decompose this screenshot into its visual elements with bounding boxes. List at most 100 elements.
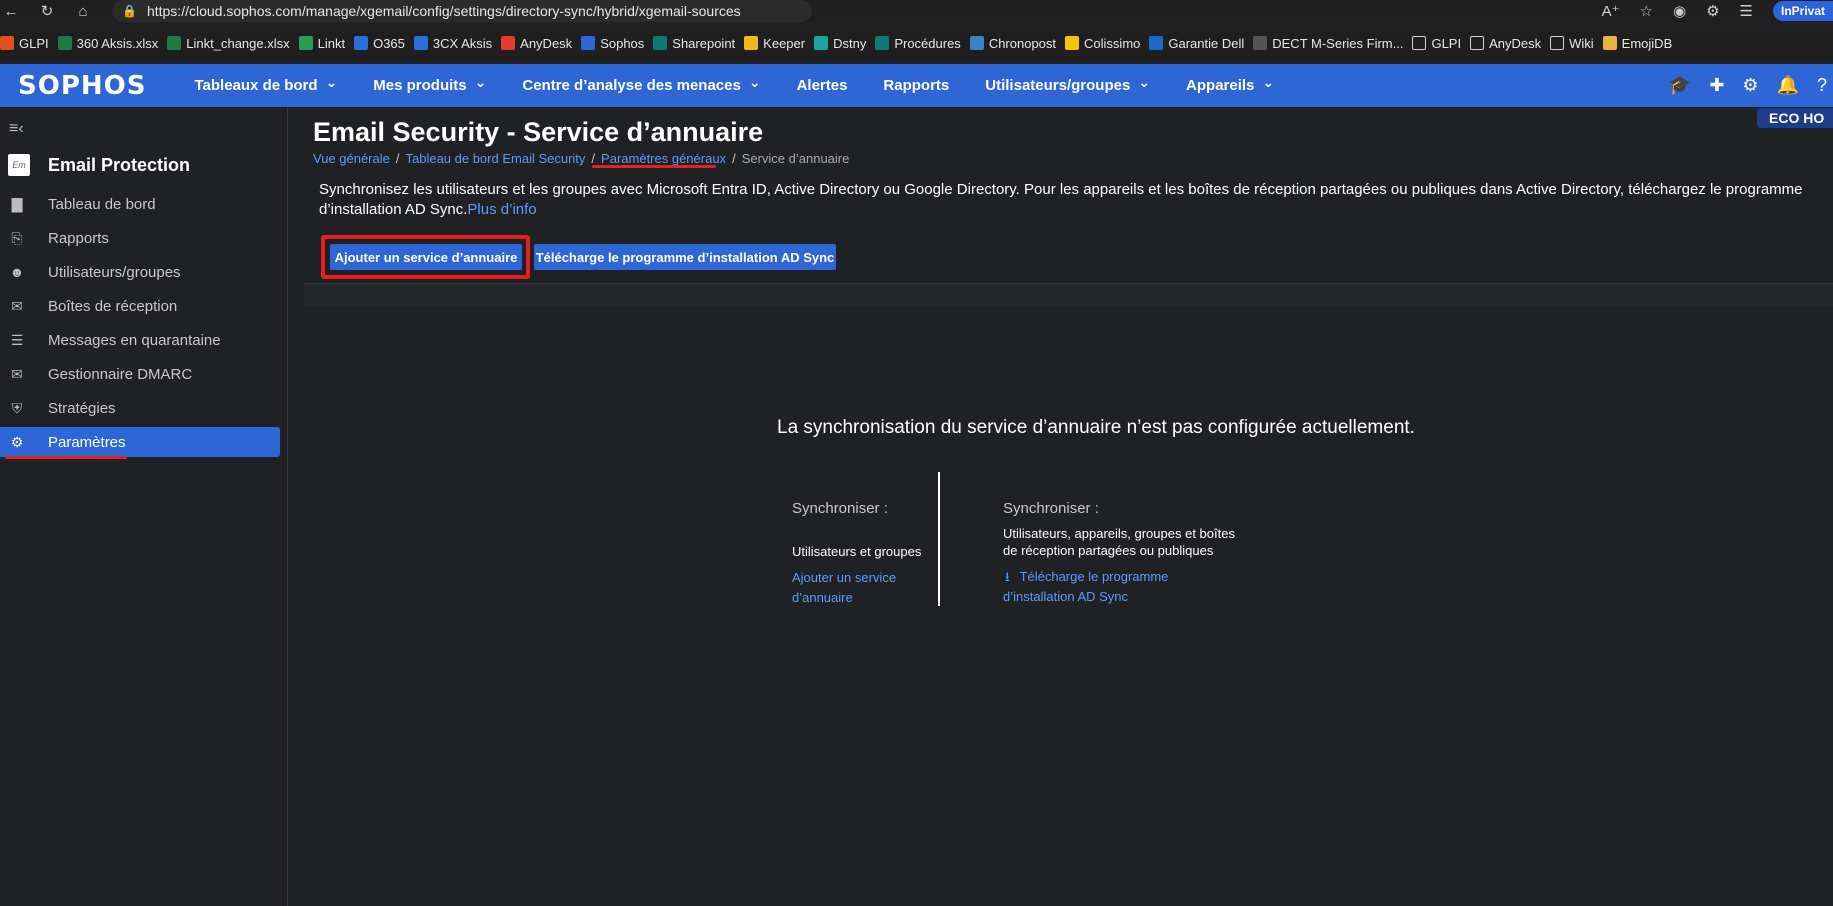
collapse-sidebar-icon[interactable]: ≡‹ [9,120,24,138]
anydesk-icon [501,36,516,50]
bookmark-item[interactable]: Sharepoint [653,36,744,51]
link-line-1[interactable]: ⭳ Télécharge le programme [1003,567,1243,587]
nav-menu-label: Tableaux de bord [194,77,318,94]
sophos-logo[interactable]: SOPHOS [18,71,146,101]
download-icon: ⭳ [1005,569,1010,584]
breadcrumb-separator: / [732,151,736,166]
browser-address-bar: ← ↻ ⌂ 🔒 https://cloud.sophos.com/manage/… [0,0,1833,22]
back-icon[interactable]: ← [0,0,22,22]
link-text[interactable]: Télécharge le programme [1020,569,1169,584]
bookmark-item[interactable]: DECT M-Series Firm... [1253,36,1412,51]
shield-icon: ⛨ [11,399,23,416]
sidebar-item[interactable]: ☰ Messages en quarantaine [0,325,280,355]
bookmark-item[interactable]: Colissimo [1065,36,1149,51]
add-directory-service-button[interactable]: Ajouter un service d’annuaire [330,244,522,270]
sidebar-item-label: Stratégies [48,399,116,417]
empty-state-message: La synchronisation du service d’annuaire… [777,417,1415,438]
link-line-1[interactable]: Ajouter un service [792,568,932,588]
sharepoint-icon [653,36,668,50]
nav-menu-item[interactable]: Rapports [883,77,949,94]
graduation-cap-icon[interactable]: 🎓 [1669,75,1691,96]
add-directory-service-link[interactable]: Ajouter un service d’annuaire [792,568,932,608]
chevron-down-icon: ⌄ [748,74,761,90]
3cx-icon [413,36,428,50]
download-ad-sync-link[interactable]: ⭳ Télécharge le programme d’installation … [1003,567,1243,607]
sidebar-item[interactable]: ⎘ Rapports [0,223,280,253]
bookmark-item[interactable]: Linkt [298,35,354,51]
sidebar-item[interactable]: ⚙ Paramètres [0,427,280,457]
download-ad-sync-button[interactable]: Télécharge le programme d’installation A… [534,244,836,270]
bell-icon[interactable]: 🔔 [1777,75,1799,96]
bookmark-item[interactable]: Garantie Dell [1149,36,1253,51]
dstny-icon [814,36,829,50]
puzzle-icon[interactable]: ⚙ [1706,2,1719,20]
bookmark-item[interactable]: GLPI [0,36,58,51]
bookmark-item[interactable]: AnyDesk [501,36,581,51]
breadcrumb-overview[interactable]: Vue générale [313,151,390,166]
help-icon[interactable]: ? [1817,75,1827,96]
health-icon[interactable]: ✚ [1709,75,1724,96]
bookmark-label: Linkt_change.xlsx [186,35,290,51]
gear-icon[interactable]: ⚙ [1742,75,1758,96]
linkt-icon [298,36,313,50]
bookmark-item[interactable]: Wiki [1550,36,1603,51]
inprivate-badge[interactable]: InPrivat [1772,1,1833,21]
bookmark-item[interactable]: AnyDesk [1470,36,1550,51]
bookmark-item[interactable]: Keeper [744,36,814,51]
refresh-icon[interactable]: ↻ [36,0,58,22]
chronopost-icon [969,36,984,50]
bookmark-item[interactable]: Sophos [581,36,653,51]
sidebar-item[interactable]: ✉ Gestionnaire DMARC [0,359,280,389]
sidebar-item-label: Paramètres [48,433,126,451]
product-name: Email Protection [48,154,191,175]
breadcrumb-dashboard[interactable]: Tableau de bord Email Security [405,151,585,166]
url-field[interactable]: 🔒 https://cloud.sophos.com/manage/xgemai… [112,0,812,22]
bookmark-item[interactable]: Dstny [814,36,875,51]
dell-icon [1149,36,1164,50]
annotation-underline-parametres [5,456,127,459]
bookmark-label: Chronopost [988,35,1057,51]
description-text: Synchronisez les utilisateurs et les gro… [319,181,1803,218]
main-content: ECO HO Email Security - Service d’annuai… [289,108,1833,906]
bookmark-label: EmojiDB [1621,35,1673,51]
bookmark-label: Colissimo [1084,35,1141,51]
home-icon[interactable]: ⌂ [72,0,94,22]
bookmark-item[interactable]: Chronopost [969,35,1065,51]
bookmark-item[interactable]: 3CX Aksis [413,36,501,51]
read-aloud-icon[interactable]: A⁺ [1602,2,1620,20]
sync-label: Synchroniser : [1003,500,1099,517]
nav-menu-item[interactable]: Centre d’analyse des menaces ⌄ [522,74,761,94]
bookmark-item[interactable]: 360 Aksis.xlsx [57,36,168,51]
sidebar-item[interactable]: ⛨ Stratégies [0,393,280,423]
sidebar-item[interactable]: ▇ Tableau de bord [0,189,280,219]
bookmark-item[interactable]: Linkt_change.xlsx [167,36,298,51]
chevron-down-icon: ⌄ [1262,74,1275,90]
nav-menu-item[interactable]: Alertes [797,77,848,94]
lock-icon: 🔒 [122,4,137,18]
more-info-link[interactable]: Plus d’info [467,201,536,218]
folder-icon [1412,36,1427,50]
mail-lock-icon: ✉ [11,365,23,382]
sidebar-item[interactable]: ✉ Boîtes de réception [0,291,280,321]
link-line-2[interactable]: d’annuaire [792,588,932,608]
bookmark-item[interactable]: EmojiDB [1602,35,1682,51]
bookmark-item[interactable]: Procédures [875,36,969,51]
nav-menu-item[interactable]: Appareils ⌄ [1186,74,1275,94]
link-line-2[interactable]: d’installation AD Sync [1003,587,1243,607]
bookmark-label: O365 [373,35,405,51]
folder-yellow-icon [1602,36,1617,50]
bookmark-item[interactable]: O365 [354,36,414,51]
nav-menu-item[interactable]: Tableaux de bord ⌄ [194,74,337,94]
nav-menu-item[interactable]: Mes produits ⌄ [373,74,486,94]
favorite-star-icon[interactable]: ☆ [1640,2,1653,20]
bookmark-item[interactable]: GLPI [1412,36,1470,51]
account-tag[interactable]: ECO HO [1757,108,1833,128]
favorites-icon[interactable]: ☰ [1740,2,1753,20]
bookmark-label: Linkt [317,35,346,51]
bookmark-label: Wiki [1569,35,1594,51]
extension-icon[interactable]: ◉ [1673,2,1686,20]
breadcrumb-general-settings[interactable]: Paramètres généraux [601,151,726,166]
nav-menu-item[interactable]: Utilisateurs/groupes ⌄ [985,74,1150,94]
sidebar-item[interactable]: ☻ Utilisateurs/groupes [0,257,280,287]
folder-icon [1550,36,1565,50]
